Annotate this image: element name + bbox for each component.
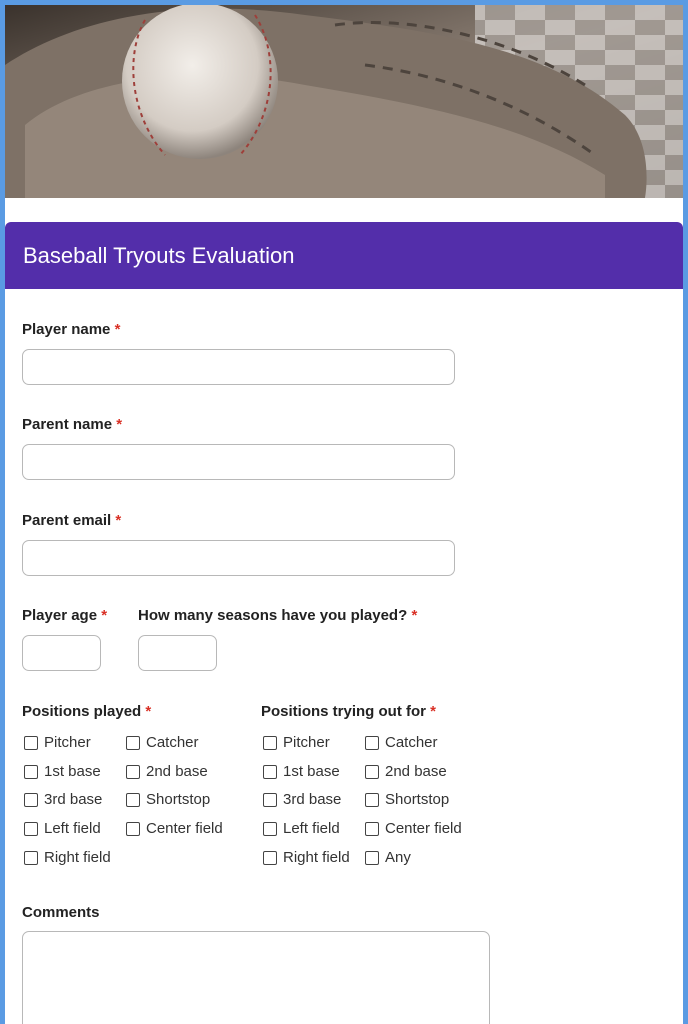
checkbox-label: Right field [283, 849, 350, 866]
checkbox-box[interactable] [263, 735, 277, 750]
required-marker: * [101, 607, 108, 624]
form-title: Baseball Tryouts Evaluation [23, 242, 295, 268]
checkbox-label: 1st base [44, 763, 101, 780]
checkbox-label: Left field [283, 820, 340, 837]
checkbox-box[interactable] [126, 735, 140, 750]
checkbox-label: Shortstop [146, 791, 211, 808]
checkbox-label: 2nd base [146, 763, 208, 780]
checkbox-box[interactable] [24, 792, 38, 807]
seasons-played-input[interactable] [138, 635, 217, 671]
parent-name-input[interactable] [22, 444, 455, 480]
required-marker: * [430, 703, 437, 720]
seasons-played-label: How many seasons have you played? * [138, 607, 417, 624]
comments-label-text: Comments [22, 904, 100, 921]
checkbox-label: 1st base [283, 763, 340, 780]
required-marker: * [114, 321, 121, 338]
checkbox-box[interactable] [263, 764, 277, 779]
checkbox-box[interactable] [263, 850, 277, 865]
player-age-label: Player age * [22, 607, 107, 624]
checkbox-label: 3rd base [283, 791, 342, 808]
checkbox-box[interactable] [263, 821, 277, 836]
checkbox-box[interactable] [126, 764, 140, 779]
checkbox-box[interactable] [365, 821, 379, 836]
tryout-1st-base-checkbox[interactable]: 1st base [263, 763, 340, 780]
checkbox-box[interactable] [365, 735, 379, 750]
tryout-catcher-checkbox[interactable]: Catcher [365, 734, 438, 751]
comments-label: Comments [22, 904, 100, 921]
checkbox-box[interactable] [24, 821, 38, 836]
checkbox-label: Any [385, 849, 411, 866]
tryout-left-field-checkbox[interactable]: Left field [263, 820, 340, 837]
positions-tryout-label-text: Positions trying out for [261, 703, 426, 720]
parent-email-label: Parent email * [22, 512, 121, 529]
player-name-input[interactable] [22, 349, 455, 385]
checkbox-label: Center field [385, 820, 462, 837]
played-center-field-checkbox[interactable]: Center field [126, 820, 223, 837]
required-marker: * [115, 512, 122, 529]
checkbox-box[interactable] [365, 850, 379, 865]
form-frame: Baseball Tryouts Evaluation Player name … [0, 0, 688, 1024]
tryout-pitcher-checkbox[interactable]: Pitcher [263, 734, 330, 751]
checkbox-label: Catcher [385, 734, 438, 751]
checkbox-box[interactable] [126, 821, 140, 836]
checkbox-box[interactable] [24, 850, 38, 865]
checkbox-label: 3rd base [44, 791, 103, 808]
checkbox-label: Center field [146, 820, 223, 837]
tryout-3rd-base-checkbox[interactable]: 3rd base [263, 791, 341, 808]
required-marker: * [116, 416, 123, 433]
positions-played-label: Positions played * [22, 703, 151, 720]
required-marker: * [411, 607, 418, 624]
checkbox-box[interactable] [365, 764, 379, 779]
checkbox-box[interactable] [365, 792, 379, 807]
comments-textarea[interactable] [22, 931, 490, 1024]
seasons-played-label-text: How many seasons have you played? [138, 607, 408, 624]
checkbox-label: Right field [44, 849, 111, 866]
form-header: Baseball Tryouts Evaluation [5, 222, 683, 289]
checkbox-box[interactable] [126, 792, 140, 807]
checkbox-label: 2nd base [385, 763, 447, 780]
tryout-2nd-base-checkbox[interactable]: 2nd base [365, 763, 447, 780]
checkbox-box[interactable] [263, 792, 277, 807]
played-3rd-base-checkbox[interactable]: 3rd base [24, 791, 102, 808]
played-right-field-checkbox[interactable]: Right field [24, 849, 111, 866]
tryout-shortstop-checkbox[interactable]: Shortstop [365, 791, 449, 808]
player-age-input[interactable] [22, 635, 101, 671]
played-pitcher-checkbox[interactable]: Pitcher [24, 734, 91, 751]
checkbox-label: Pitcher [283, 734, 330, 751]
checkbox-label: Pitcher [44, 734, 91, 751]
baseball-glove-photo [5, 5, 683, 198]
parent-email-label-text: Parent email [22, 512, 112, 529]
player-age-label-text: Player age [22, 607, 98, 624]
player-name-label-text: Player name [22, 321, 111, 338]
checkbox-box[interactable] [24, 735, 38, 750]
parent-name-label: Parent name * [22, 416, 122, 433]
required-marker: * [145, 703, 152, 720]
checkbox-label: Shortstop [385, 791, 450, 808]
tryout-any-checkbox[interactable]: Any [365, 849, 411, 866]
played-2nd-base-checkbox[interactable]: 2nd base [126, 763, 208, 780]
parent-name-label-text: Parent name [22, 416, 113, 433]
parent-email-input[interactable] [22, 540, 455, 576]
header-banner-image [5, 5, 683, 198]
played-shortstop-checkbox[interactable]: Shortstop [126, 791, 210, 808]
played-1st-base-checkbox[interactable]: 1st base [24, 763, 101, 780]
tryout-right-field-checkbox[interactable]: Right field [263, 849, 350, 866]
checkbox-label: Catcher [146, 734, 199, 751]
player-name-label: Player name * [22, 321, 120, 338]
checkbox-box[interactable] [24, 764, 38, 779]
positions-played-label-text: Positions played [22, 703, 142, 720]
tryout-center-field-checkbox[interactable]: Center field [365, 820, 462, 837]
positions-tryout-label: Positions trying out for * [261, 703, 436, 720]
played-left-field-checkbox[interactable]: Left field [24, 820, 101, 837]
played-catcher-checkbox[interactable]: Catcher [126, 734, 199, 751]
checkbox-label: Left field [44, 820, 101, 837]
